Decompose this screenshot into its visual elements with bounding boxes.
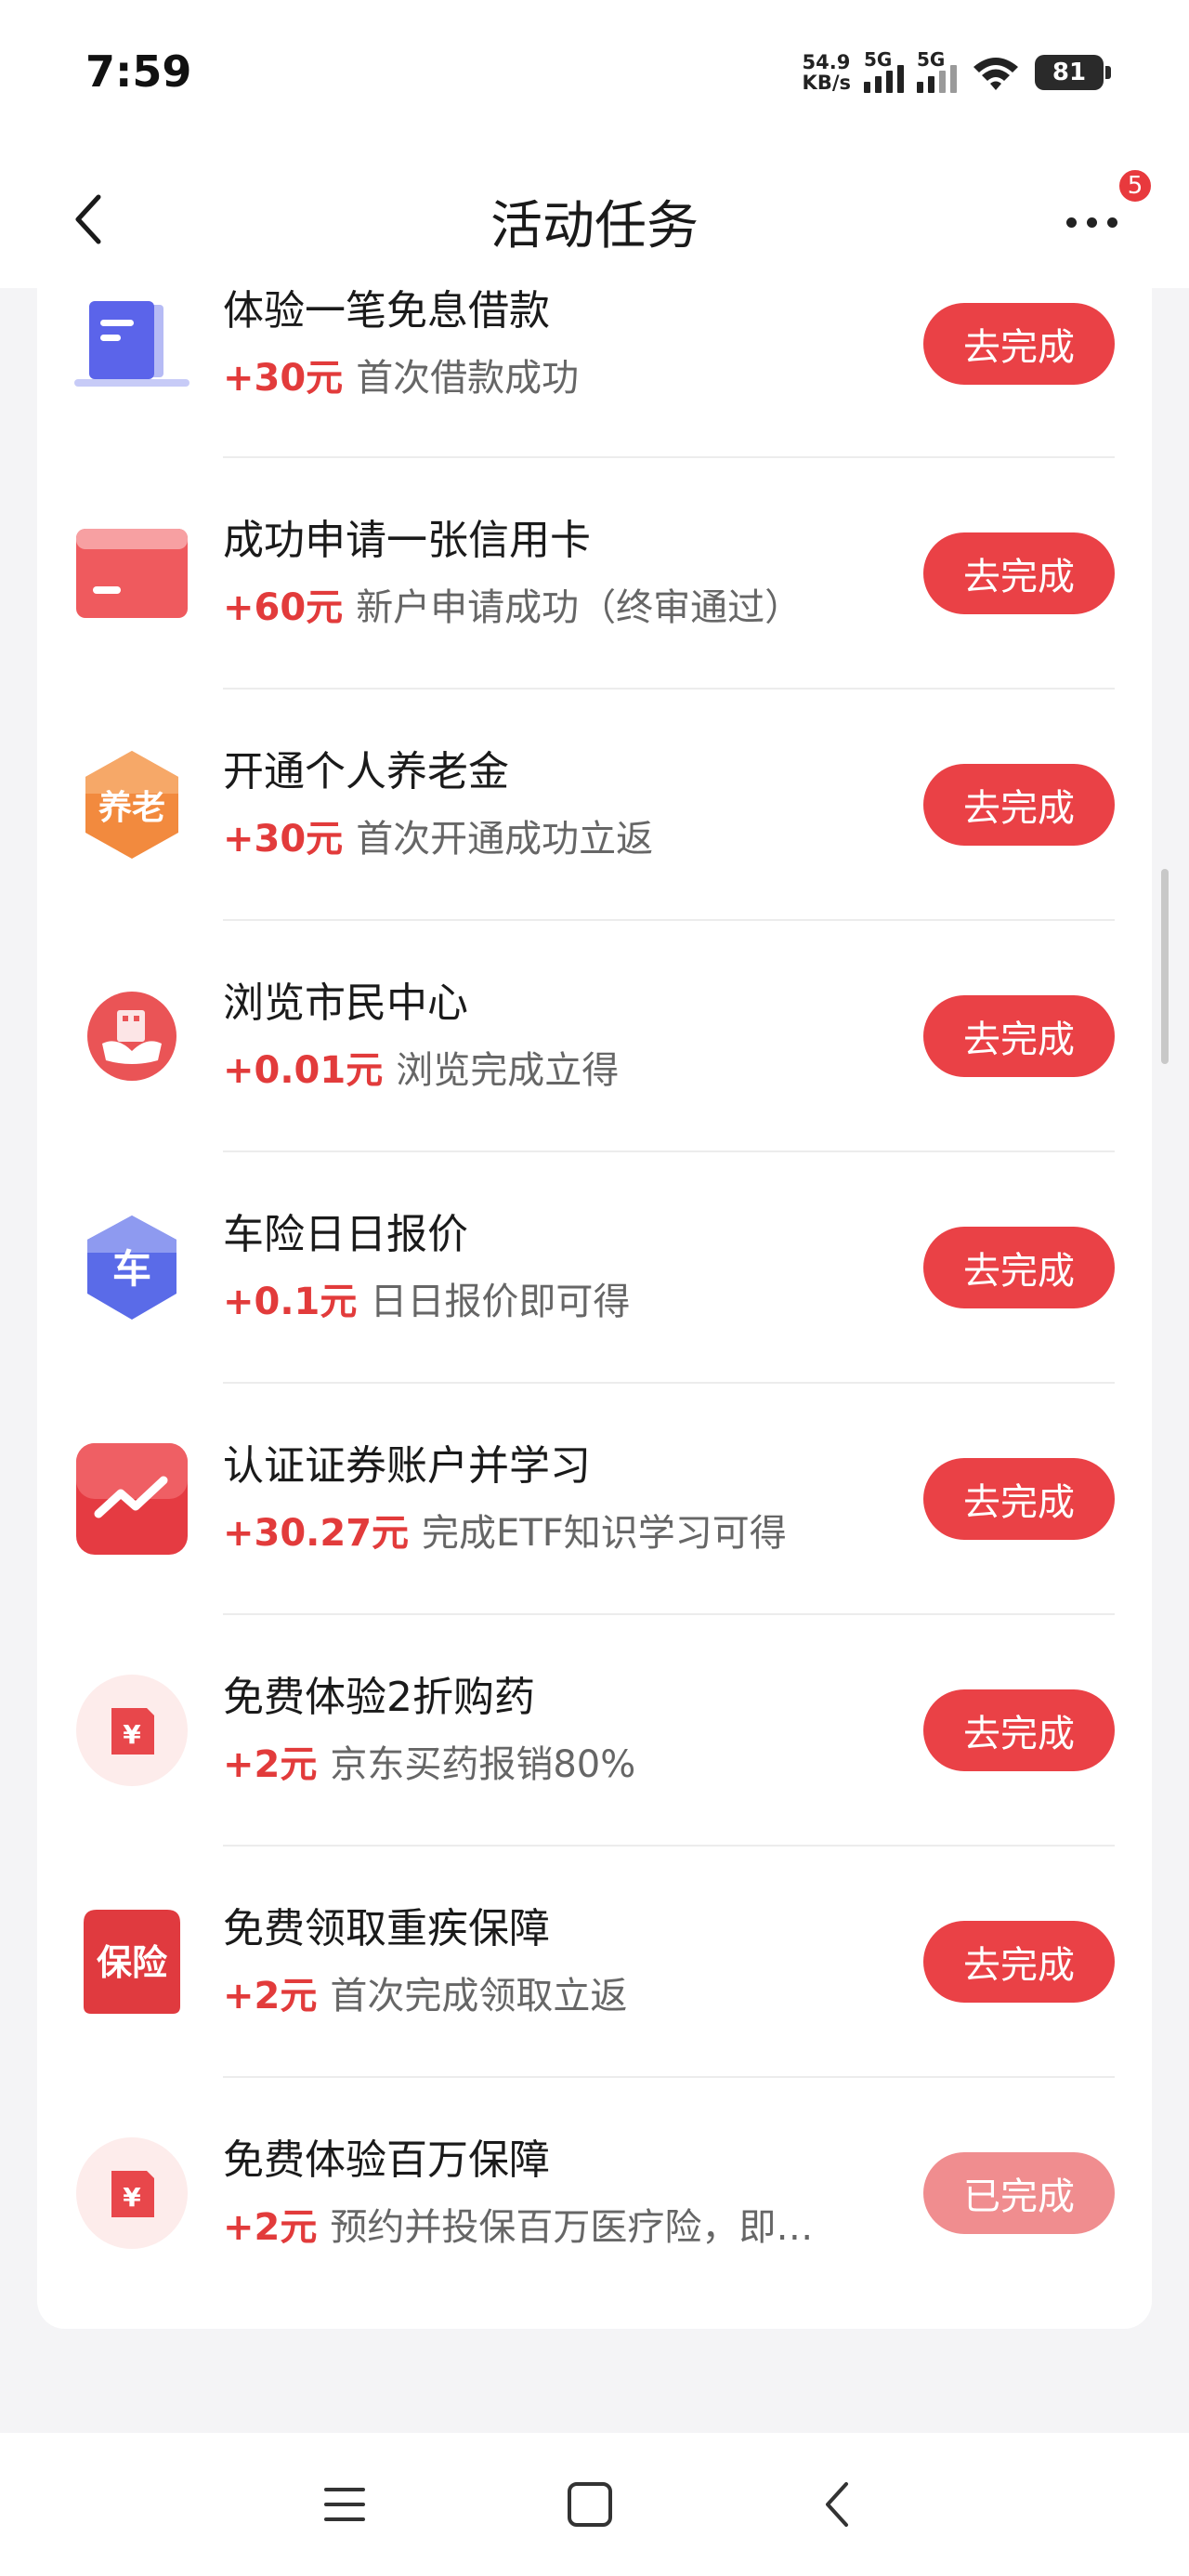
task-subtitle: +2元 首次完成领取立返 [223, 1965, 627, 2019]
task-description: 首次开通成功立返 [356, 818, 654, 861]
signal-sim1-icon: 5G [864, 48, 904, 93]
task-action-button[interactable]: 去完成 [923, 1689, 1115, 1771]
task-reward: +30元 [223, 357, 344, 400]
task-item: 车 车险日日报价 +0.1元 日日报价即可得 去完成 [37, 1152, 1152, 1384]
home-square-icon [568, 2482, 612, 2527]
sim2-network-label: 5G [917, 48, 946, 71]
home-button[interactable] [557, 2474, 622, 2535]
task-item: 成功申请一张信用卡 +60元 新户申请成功（终审通过） 去完成 [37, 458, 1152, 690]
battery-icon: 81 [1035, 55, 1111, 90]
task-subtitle: +2元 预约并投保百万医疗险，即… [223, 2197, 813, 2251]
car-insurance-icon: 车 [74, 1210, 189, 1325]
sim1-network-label: 5G [864, 48, 893, 71]
task-action-button[interactable]: 去完成 [923, 303, 1115, 385]
status-bar: 7:59 54.9 KB/s 5G 5G 81 [0, 0, 1189, 149]
more-dots-icon [1065, 217, 1077, 228]
insurance-icon-text: 保险 [97, 1942, 168, 1983]
task-reward: +2元 [223, 1743, 318, 1786]
back-arrow-icon [826, 2482, 848, 2527]
task-description: 浏览完成立得 [396, 1049, 620, 1092]
insurance-icon: 保险 [74, 1904, 189, 2019]
pension-icon-text: 养老 [98, 788, 165, 827]
task-item: ¥ 免费体验2折购药 +2元 京东买药报销80% 去完成 [37, 1615, 1152, 1847]
task-completed-button[interactable]: 已完成 [923, 2152, 1115, 2234]
scrollbar[interactable] [1161, 869, 1169, 1064]
car-icon-text: 车 [112, 1246, 151, 1292]
task-description: 首次完成领取立返 [330, 1975, 628, 2017]
task-description: 日日报价即可得 [370, 1281, 631, 1323]
task-item: 保险 免费领取重疾保障 +2元 首次完成领取立返 去完成 [37, 1847, 1152, 2078]
task-subtitle: +0.01元 浏览完成立得 [223, 1040, 619, 1094]
task-item: ¥ 免费体验百万保障 +2元 预约并投保百万医疗险，即… 已完成 [37, 2078, 1152, 2309]
task-action-button[interactable]: 去完成 [923, 1458, 1115, 1540]
task-subtitle: +2元 京东买药报销80% [223, 1734, 635, 1788]
task-subtitle: +30元 首次借款成功 [223, 348, 579, 401]
network-speed-unit: KB/s [802, 72, 851, 94]
task-reward: +0.1元 [223, 1281, 358, 1323]
wifi-icon [973, 58, 1018, 90]
task-reward: +30元 [223, 818, 344, 861]
task-title: 成功申请一张信用卡 [223, 517, 591, 564]
task-item: 养老 开通个人养老金 +30元 首次开通成功立返 去完成 [37, 690, 1152, 921]
task-reward: +60元 [223, 586, 344, 629]
task-title: 车险日日报价 [223, 1211, 468, 1258]
red-envelope-icon: ¥ [74, 1673, 189, 1788]
task-title: 体验一笔免息借款 [223, 288, 550, 335]
task-action-button[interactable]: 去完成 [923, 995, 1115, 1077]
stock-trend-icon [74, 1441, 189, 1557]
signal-sim2-icon: 5G [917, 48, 957, 93]
recent-apps-button[interactable] [312, 2474, 377, 2535]
task-description: 完成ETF知识学习可得 [422, 1512, 787, 1555]
task-list-card: 体验一笔免息借款 +30元 首次借款成功 去完成 成功申请一张信用卡 +60元 新户… [37, 288, 1152, 2329]
task-description: 新户申请成功（终审通过） [356, 586, 803, 629]
pension-icon: 养老 [74, 747, 189, 862]
red-envelope-icon: ¥ [74, 2136, 189, 2251]
menu-icon [324, 2488, 365, 2521]
task-subtitle: +0.1元 日日报价即可得 [223, 1271, 630, 1325]
status-time: 7:59 [85, 46, 192, 97]
task-reward: +0.01元 [223, 1049, 384, 1092]
task-title: 浏览市民中心 [223, 979, 468, 1027]
more-menu-button[interactable] [1050, 190, 1133, 255]
credit-card-icon [74, 516, 189, 631]
more-dot [1086, 217, 1097, 228]
task-description: 首次借款成功 [356, 357, 580, 400]
task-item: 体验一笔免息借款 +30元 首次借款成功 去完成 [37, 288, 1152, 458]
task-title: 免费领取重疾保障 [223, 1905, 550, 1952]
task-item: 浏览市民中心 +0.01元 浏览完成立得 去完成 [37, 921, 1152, 1152]
task-action-button[interactable]: 去完成 [923, 764, 1115, 846]
task-title: 免费体验百万保障 [223, 2136, 550, 2184]
system-back-button[interactable] [804, 2474, 869, 2535]
status-indicators: 54.9 KB/s 5G 5G 81 [803, 48, 1111, 97]
document-stack-icon [74, 288, 189, 398]
task-action-button[interactable]: 去完成 [923, 1921, 1115, 2003]
yuan-icon-text: ¥ [123, 2182, 141, 2213]
task-action-button[interactable]: 去完成 [923, 532, 1115, 614]
task-title: 开通个人养老金 [223, 748, 509, 795]
task-description: 预约并投保百万医疗险，即… [330, 2206, 814, 2249]
task-subtitle: +30元 首次开通成功立返 [223, 808, 653, 862]
page-title: 活动任务 [490, 196, 699, 256]
task-description: 京东买药报销80% [330, 1743, 636, 1786]
task-subtitle: +30.27元 完成ETF知识学习可得 [223, 1503, 787, 1557]
network-speed-value: 54.9 [802, 51, 851, 73]
system-nav-bar [0, 2433, 1189, 2576]
task-item: 认证证券账户并学习 +30.27元 完成ETF知识学习可得 去完成 [37, 1384, 1152, 1615]
more-dot [1106, 217, 1117, 228]
task-reward: +2元 [223, 2206, 318, 2249]
task-reward: +2元 [223, 1975, 318, 2017]
yuan-icon-text: ¥ [123, 1719, 141, 1750]
task-title: 认证证券账户并学习 [223, 1442, 591, 1490]
task-subtitle: +60元 新户申请成功（终审通过） [223, 577, 802, 631]
network-speed: 54.9 KB/s [803, 52, 851, 93]
task-reward: +30.27元 [223, 1512, 410, 1555]
task-action-button[interactable]: 去完成 [923, 1227, 1115, 1308]
citizen-center-icon [74, 979, 189, 1094]
notification-badge: 5 [1117, 167, 1154, 204]
task-title: 免费体验2折购药 [223, 1674, 535, 1721]
nav-header: 活动任务 5 [0, 149, 1189, 288]
